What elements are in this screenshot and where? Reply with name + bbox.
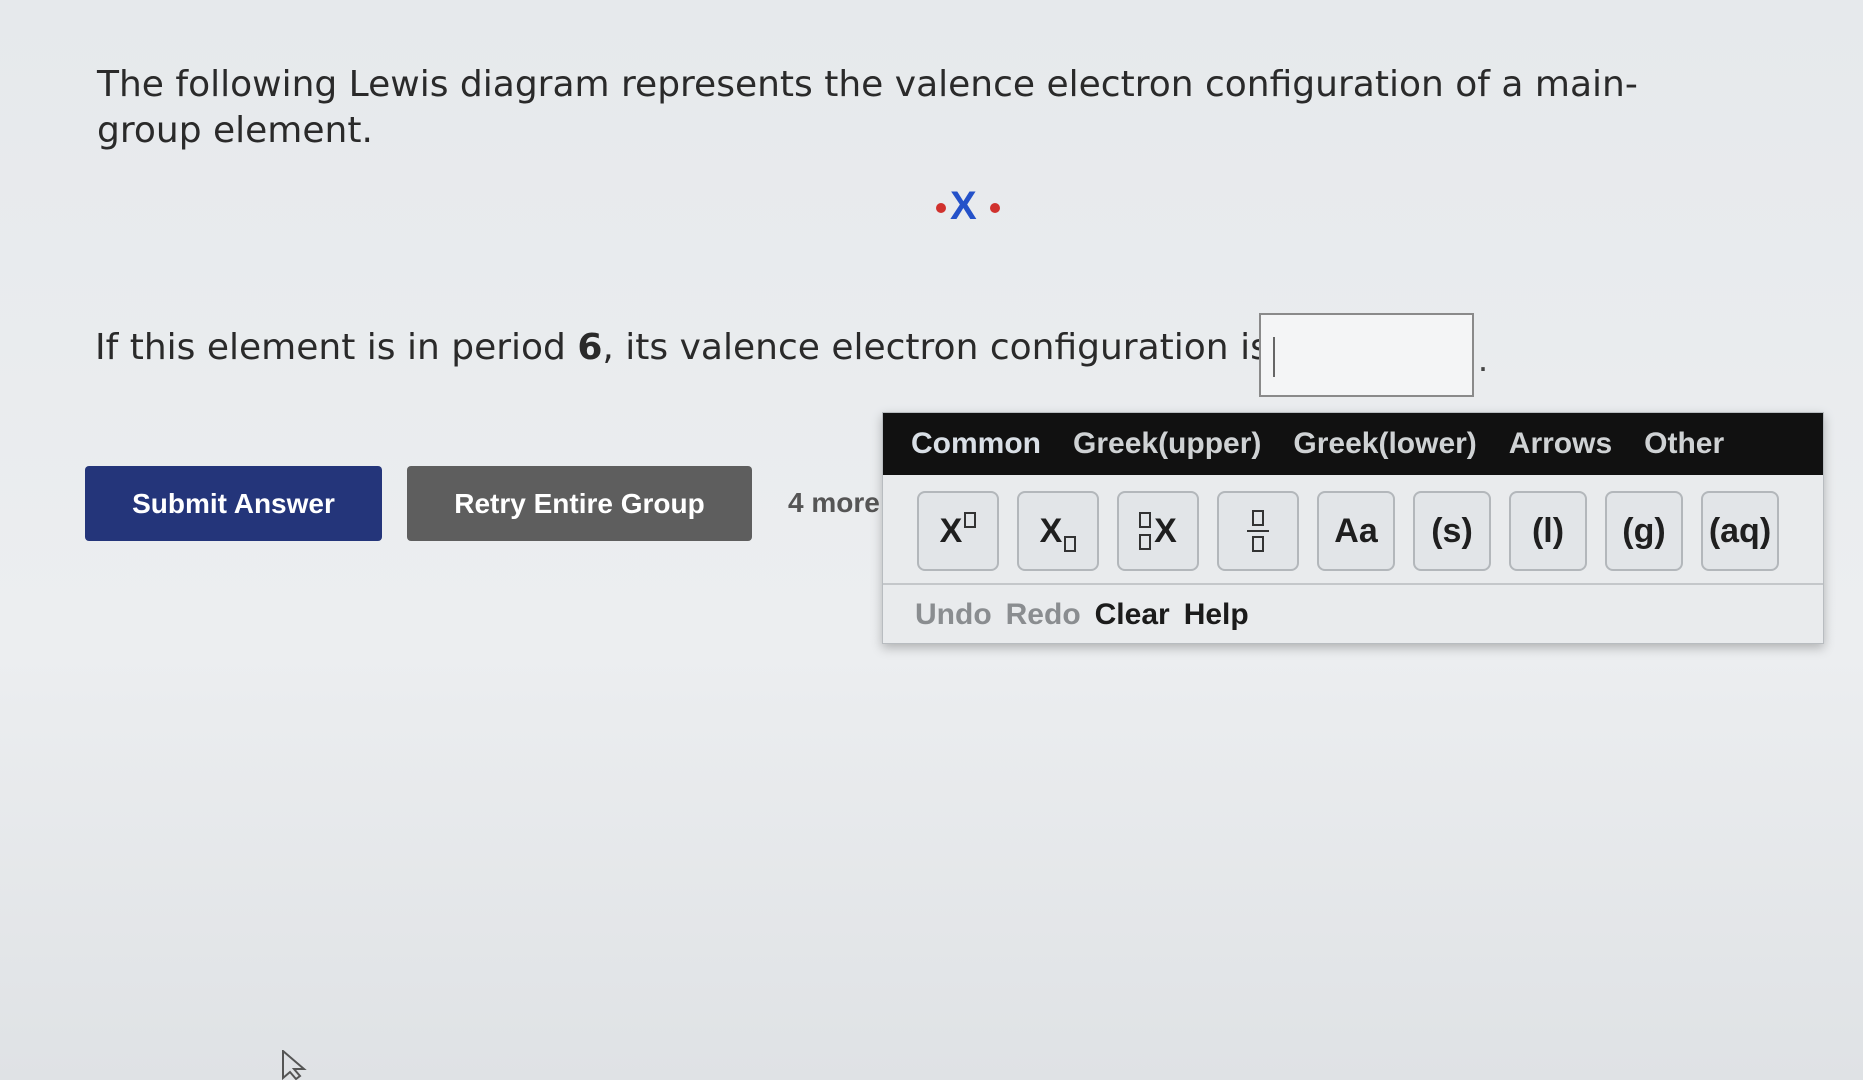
electron-dot-left: [936, 203, 946, 213]
lewis-diagram: X: [930, 180, 1070, 240]
question-intro: The following Lewis diagram represents t…: [97, 64, 1638, 151]
page: The following Lewis diagram represents t…: [0, 0, 1863, 1080]
tab-common[interactable]: Common: [911, 427, 1041, 461]
fraction-button[interactable]: [1217, 491, 1299, 571]
tab-greek-upper[interactable]: Greek(upper): [1073, 427, 1261, 461]
superscript-slot-icon: [964, 512, 977, 528]
liquid-state-button[interactable]: (l): [1509, 491, 1587, 571]
denominator-slot-icon: [1252, 536, 1264, 552]
electron-dot-right: [990, 203, 1000, 213]
pre-superscript-slot-icon: [1139, 512, 1152, 528]
more-attempts-label: 4 more: [788, 487, 880, 518]
help-button[interactable]: Help: [1184, 598, 1249, 632]
subscript-base: X: [1039, 511, 1063, 550]
palette-keys: X X X Aa (s) (l) (g) (aq): [917, 491, 1779, 571]
tab-other[interactable]: Other: [1644, 427, 1724, 461]
subscript-button[interactable]: X: [1017, 491, 1099, 571]
aqueous-state-button[interactable]: (aq): [1701, 491, 1779, 571]
lewis-symbol: X: [950, 184, 977, 228]
superscript-base: X: [939, 511, 963, 550]
undo-button[interactable]: Undo: [915, 598, 992, 632]
numerator-slot-icon: [1252, 510, 1264, 526]
period-number: 6: [577, 327, 603, 368]
redo-button[interactable]: Redo: [1006, 598, 1081, 632]
mouse-pointer-icon: [282, 1050, 307, 1080]
equation-palette: Common Greek(upper) Greek(lower) Arrows …: [882, 412, 1824, 644]
preisotope-slots: [1139, 512, 1152, 550]
superscript-button[interactable]: X: [917, 491, 999, 571]
fraction-bar-icon: [1247, 530, 1269, 532]
answer-field-box[interactable]: [1259, 313, 1474, 397]
subscript-slot-icon: [1064, 536, 1077, 552]
tab-greek-lower[interactable]: Greek(lower): [1293, 427, 1476, 461]
gas-state-button[interactable]: (g): [1605, 491, 1683, 571]
pre-subscript-slot-icon: [1139, 534, 1152, 550]
fraction-icon: [1247, 510, 1269, 552]
preisotope-base: X: [1154, 511, 1177, 550]
submit-answer-button[interactable]: Submit Answer: [85, 466, 382, 541]
preisotope-button[interactable]: X: [1117, 491, 1199, 571]
prompt-before: If this element is in period: [95, 327, 578, 368]
palette-actions: Undo Redo Clear Help: [915, 598, 1249, 632]
aa-button[interactable]: Aa: [1317, 491, 1395, 571]
retry-group-button[interactable]: Retry Entire Group: [407, 466, 752, 541]
solid-state-button[interactable]: (s): [1413, 491, 1491, 571]
trailing-period: .: [1478, 338, 1489, 379]
palette-divider: [883, 583, 1823, 585]
text-caret: [1273, 337, 1275, 377]
prompt-after: , its valence electron configuration is: [602, 327, 1269, 368]
palette-tabs: Common Greek(upper) Greek(lower) Arrows …: [883, 413, 1823, 475]
clear-button[interactable]: Clear: [1095, 598, 1170, 632]
tab-arrows[interactable]: Arrows: [1509, 427, 1612, 461]
answer-input[interactable]: [1261, 315, 1472, 395]
question-prompt: If this element is in period 6, its vale…: [95, 325, 1269, 371]
